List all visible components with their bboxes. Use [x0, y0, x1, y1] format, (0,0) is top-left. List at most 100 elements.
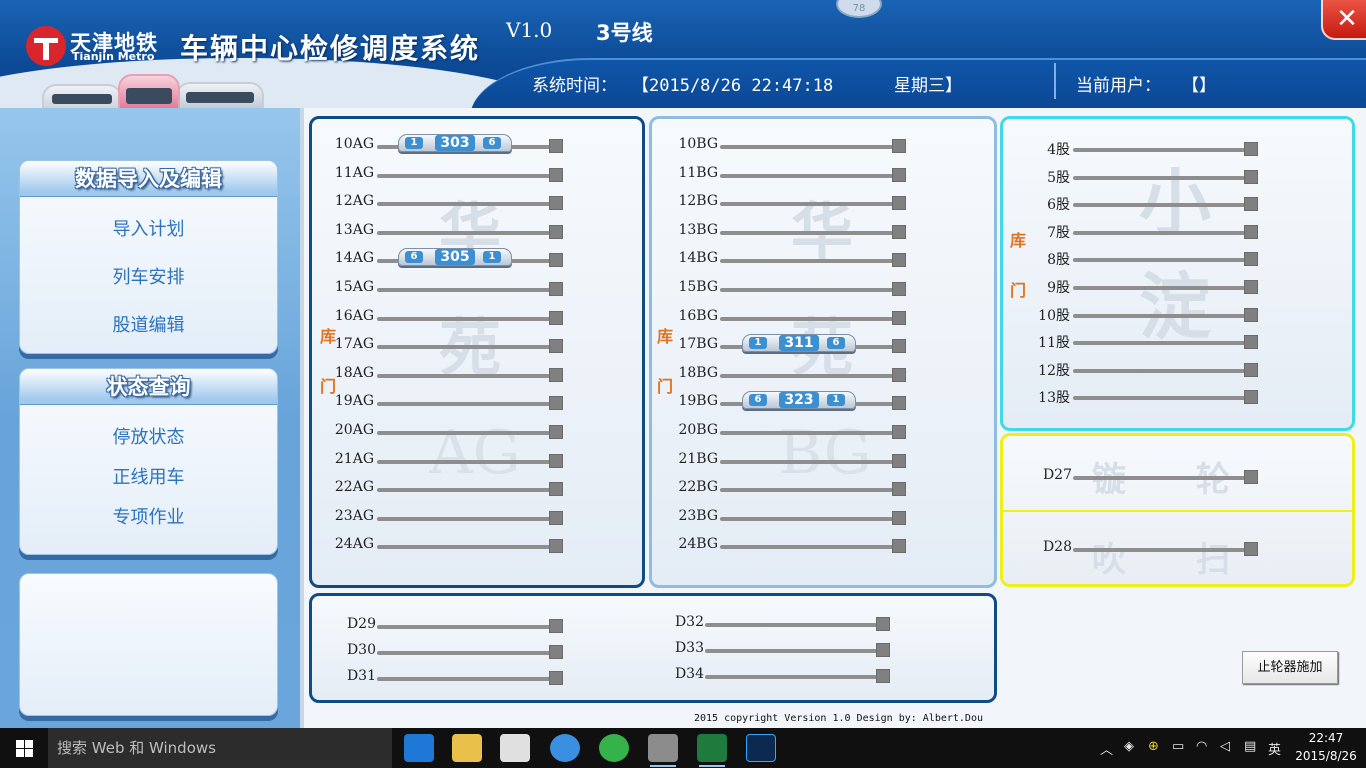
track-stop-block[interactable]	[1244, 470, 1258, 484]
wifi-icon[interactable]: ◠	[1196, 739, 1207, 754]
track-stop-block[interactable]	[549, 453, 563, 468]
track-stop-block[interactable]	[549, 310, 563, 325]
plus-circle-icon[interactable]: ⊕	[1148, 739, 1159, 754]
track-stop-block[interactable]	[892, 253, 906, 268]
track-label: 16AG	[334, 307, 374, 324]
track-stop-block[interactable]	[892, 224, 906, 239]
store-icon[interactable]	[500, 734, 530, 762]
track-stop-block[interactable]	[892, 196, 906, 211]
track-stop-block[interactable]	[892, 539, 906, 554]
track-stop-block[interactable]	[549, 425, 563, 439]
track-line	[720, 288, 893, 292]
track-stop-block[interactable]	[1244, 362, 1258, 377]
train-car-end-number: 6	[483, 137, 501, 149]
track-stop-block[interactable]	[549, 367, 563, 382]
taskbar-clock-date[interactable]: 2015/8/26	[1290, 749, 1362, 763]
track-label: 11股	[1038, 335, 1070, 352]
track-stop-block[interactable]	[1244, 252, 1258, 267]
track-stop-block[interactable]	[1244, 307, 1258, 322]
import-edit-panel: 数据导入及编辑 导入计划 列车安排 股道编辑	[19, 160, 278, 354]
track-line	[720, 173, 893, 178]
browser-icon[interactable]	[599, 734, 629, 762]
track-label: 15BG	[678, 279, 718, 295]
track-stop-block[interactable]	[549, 196, 563, 211]
track-stop-block[interactable]	[549, 482, 563, 497]
track-stop-block[interactable]	[892, 510, 906, 525]
track-stop-block[interactable]	[892, 167, 906, 182]
train-unit[interactable]: 1 311 6	[742, 334, 856, 353]
train-arrangement-link[interactable]: 列车安排	[20, 263, 277, 289]
track-stop-block[interactable]	[1244, 542, 1258, 556]
apply-wheel-stop-button[interactable]: 止轮器施加	[1242, 651, 1338, 684]
taskbar-clock-time[interactable]: 22:47	[1296, 731, 1356, 745]
volume-icon[interactable]: ◁	[1220, 739, 1230, 754]
track-stop-block[interactable]	[1244, 197, 1258, 212]
shield-icon[interactable]: ◈	[1124, 739, 1134, 754]
track-stop-block[interactable]	[549, 224, 563, 239]
train-number: 303	[435, 135, 475, 151]
track-stop-block[interactable]	[892, 367, 906, 382]
track-line	[1073, 368, 1245, 373]
track-stop-block[interactable]	[892, 453, 906, 468]
track-stop-block[interactable]	[549, 167, 563, 182]
track-line	[377, 545, 550, 550]
train-unit[interactable]: 6 323 1	[742, 391, 856, 410]
track-stop-block[interactable]	[892, 310, 906, 325]
track-stop-block[interactable]	[1244, 142, 1258, 156]
track-stop-block[interactable]	[892, 339, 906, 354]
track-stop-block[interactable]	[892, 425, 906, 439]
train-unit[interactable]: 1 303 6	[398, 134, 512, 152]
track-stop-block[interactable]	[549, 339, 563, 354]
photoshop-icon[interactable]	[746, 734, 776, 762]
track-stop-block[interactable]	[549, 510, 563, 525]
track-stop-block[interactable]	[892, 482, 906, 497]
track-line	[377, 651, 550, 655]
track-stop-block[interactable]	[549, 282, 563, 296]
file-explorer-icon[interactable]	[452, 734, 482, 762]
header-train-image	[176, 82, 264, 108]
sogou-icon[interactable]	[550, 734, 580, 762]
track-stop-block[interactable]	[549, 671, 563, 685]
track-stop-block[interactable]	[892, 282, 906, 296]
import-plan-link[interactable]: 导入计划	[20, 215, 277, 241]
track-stop-block[interactable]	[892, 396, 906, 411]
edge-icon[interactable]	[404, 734, 434, 762]
track-stop-block[interactable]	[1244, 335, 1258, 350]
parking-status-link[interactable]: 停放状态	[20, 423, 277, 449]
track-edit-link[interactable]: 股道编辑	[20, 311, 277, 337]
track-label: D32	[674, 614, 704, 630]
battery-icon[interactable]: ▭	[1172, 739, 1184, 754]
track-stop-block[interactable]	[1244, 390, 1258, 405]
close-button[interactable]: ✕	[1321, 0, 1366, 40]
chevron-up-icon[interactable]: ︿	[1100, 739, 1113, 758]
track-stop-block[interactable]	[1244, 280, 1258, 294]
windows-start-icon[interactable]	[0, 728, 48, 768]
track-stop-block[interactable]	[1244, 169, 1258, 184]
track-label: 18AG	[334, 364, 374, 381]
track-stop-block[interactable]	[892, 139, 906, 153]
track-stop-block[interactable]	[549, 396, 563, 411]
track-stop-block[interactable]	[549, 139, 563, 153]
mainline-usage-link[interactable]: 正线用车	[20, 463, 277, 489]
excel-icon[interactable]	[697, 734, 727, 767]
track-stop-block[interactable]	[1244, 224, 1258, 239]
track-stop-block[interactable]	[549, 619, 563, 633]
track-stop-block[interactable]	[876, 669, 890, 683]
track-stop-block[interactable]	[549, 645, 563, 659]
ime-indicator[interactable]: 英	[1268, 739, 1281, 758]
taskbar-search-input[interactable]: 搜索 Web 和 Windows	[48, 728, 392, 768]
train-unit[interactable]: 6 305 1	[398, 248, 512, 267]
app-header: 天津地铁 Tianjin Metro 车辆中心检修调度系统 V1.0 3号线 系…	[0, 0, 1366, 108]
app-icon[interactable]	[648, 734, 678, 767]
track-stop-block[interactable]	[876, 617, 890, 631]
floating-badge[interactable]: 78	[836, 0, 882, 18]
track-line	[1073, 203, 1245, 208]
track-label: D27	[1042, 467, 1072, 483]
special-task-link[interactable]: 专项作业	[20, 503, 277, 529]
track-line	[1073, 148, 1245, 152]
track-label: 19AG	[334, 393, 374, 410]
track-stop-block[interactable]	[549, 539, 563, 554]
track-stop-block[interactable]	[876, 643, 890, 657]
notification-icon[interactable]: ▤	[1244, 739, 1256, 754]
track-stop-block[interactable]	[549, 253, 563, 268]
